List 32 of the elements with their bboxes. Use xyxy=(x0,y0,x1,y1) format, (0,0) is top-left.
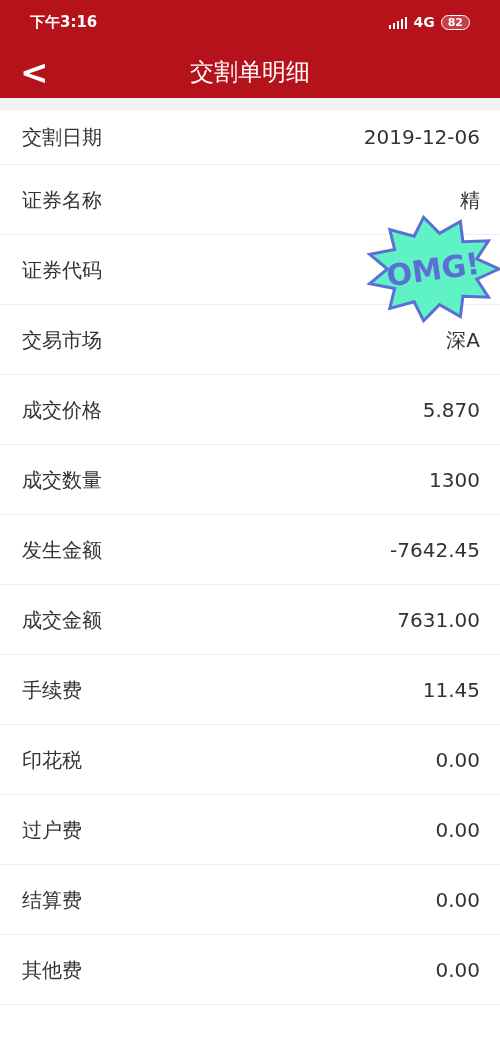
field-label: 成交价格 xyxy=(22,396,102,424)
field-label: 成交金额 xyxy=(22,606,102,634)
field-value: -7642.45 xyxy=(390,536,480,564)
status-time: 下午3:16 xyxy=(30,12,98,34)
field-label: 印花税 xyxy=(22,746,82,774)
signal-icon xyxy=(389,16,408,29)
field-value: 0.00 xyxy=(435,956,480,984)
field-label: 其他费 xyxy=(22,956,82,984)
page-title: 交割单明细 xyxy=(190,56,310,88)
field-label: 证券代码 xyxy=(22,256,102,284)
field-value: 1300 xyxy=(429,466,480,494)
field-label: 结算费 xyxy=(22,886,82,914)
back-button[interactable]: < xyxy=(20,54,49,89)
battery-indicator: 82 xyxy=(440,15,470,30)
field-value: 11.45 xyxy=(422,676,480,704)
field-value: 0.00 xyxy=(435,746,480,774)
field-value: 2019-12-06 xyxy=(363,124,480,151)
field-value: 5.870 xyxy=(422,396,480,424)
field-value: 深A xyxy=(446,326,480,354)
field-label: 交易市场 xyxy=(22,326,102,354)
field-label: 成交数量 xyxy=(22,466,102,494)
field-value: 精 xyxy=(460,186,480,214)
field-value: 0.00 xyxy=(435,816,480,844)
field-value: 7631.00 xyxy=(397,606,480,634)
network-label: 4G xyxy=(413,13,435,32)
field-label: 交割日期 xyxy=(22,124,102,151)
field-label: 证券名称 xyxy=(22,186,102,214)
field-label: 手续费 xyxy=(22,676,82,704)
omg-sticker: OMG! xyxy=(366,214,500,324)
field-label: 过户费 xyxy=(22,816,82,844)
field-label: 发生金额 xyxy=(22,536,102,564)
field-value: 0.00 xyxy=(435,886,480,914)
